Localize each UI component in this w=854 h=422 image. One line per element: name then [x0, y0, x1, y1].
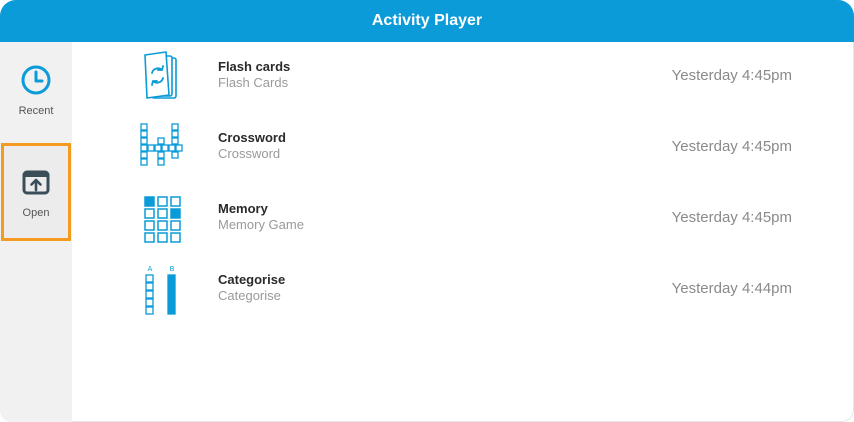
categorise-columns-icon: A B	[145, 265, 176, 315]
sidebar-item-label: Open	[22, 207, 50, 219]
memory-grid-icon	[144, 196, 181, 243]
activity-title: Memory	[218, 201, 268, 216]
activity-player-window: Activity Player Recent Open Flash cards …	[0, 0, 854, 422]
clock-icon	[21, 65, 51, 95]
crossword-icon	[140, 123, 183, 166]
activity-subtitle: Flash Cards	[218, 75, 289, 90]
list-item-memory[interactable]: Memory Memory Game Yesterday 4:45pm	[72, 184, 854, 254]
activity-subtitle: Memory Game	[218, 217, 304, 232]
activity-subtitle: Crossword	[218, 146, 281, 161]
list-item-categorise[interactable]: A B Categorise Categorise Yesterday 4:44…	[72, 255, 854, 325]
activity-title: Categorise	[218, 272, 286, 287]
activity-title: Crossword	[218, 130, 286, 145]
activity-time: Yesterday 4:45pm	[671, 67, 792, 84]
list-item-crossword[interactable]: Crossword Crossword Yesterday 4:45pm	[72, 113, 854, 183]
activity-subtitle: Categorise	[218, 288, 281, 303]
sidebar-item-label: Recent	[18, 105, 54, 117]
svg-text:B: B	[170, 265, 175, 273]
activity-time: Yesterday 4:44pm	[671, 280, 792, 297]
window-title: Activity Player	[0, 0, 854, 42]
activity-time: Yesterday 4:45pm	[671, 209, 792, 226]
activity-title: Flash cards	[218, 59, 291, 74]
sidebar-item-recent[interactable]: Recent	[0, 42, 72, 138]
list-item-flash-cards[interactable]: Flash cards Flash Cards Yesterday 4:45pm	[72, 42, 854, 112]
flash-cards-icon	[144, 51, 177, 99]
svg-text:A: A	[148, 265, 153, 273]
open-folder-icon	[22, 170, 50, 195]
sidebar: Recent Open	[0, 42, 72, 422]
activity-time: Yesterday 4:45pm	[671, 138, 792, 155]
sidebar-item-open[interactable]: Open	[1, 143, 71, 241]
